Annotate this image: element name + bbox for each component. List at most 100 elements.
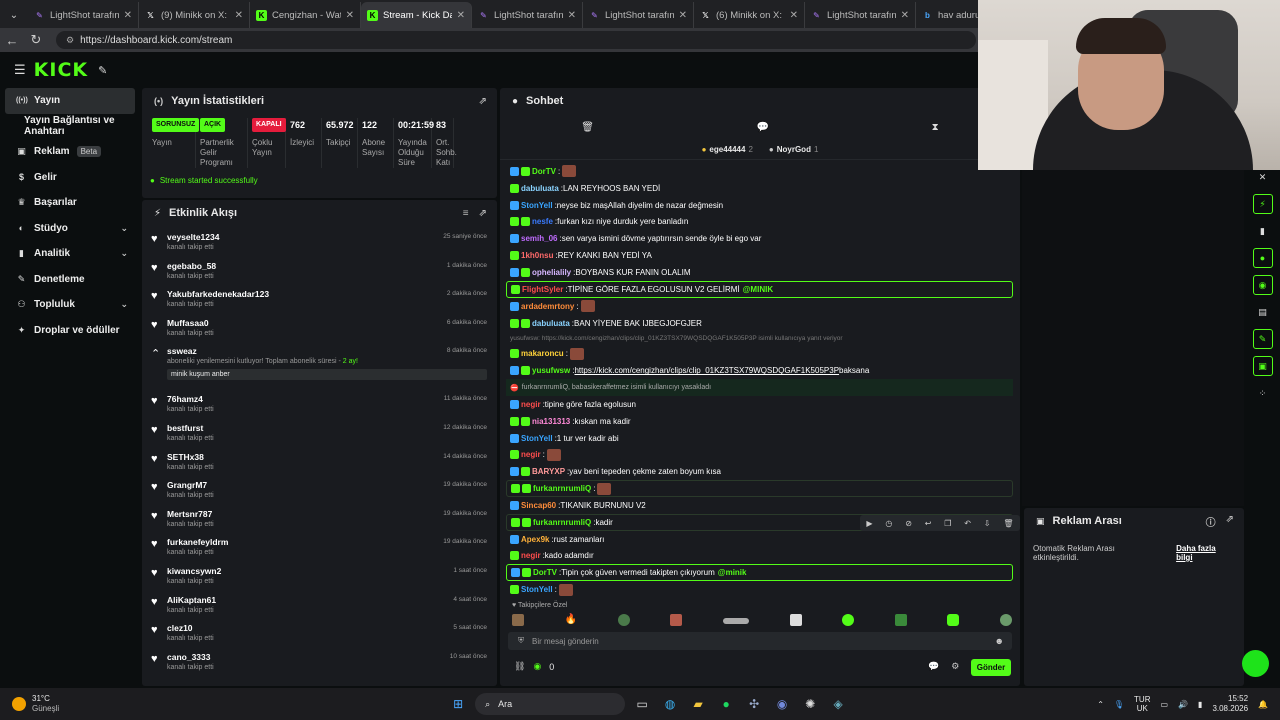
- ad-more-link[interactable]: Daha fazla bilgi: [1176, 544, 1234, 562]
- chat-username[interactable]: yusufwsw: [532, 366, 570, 375]
- chevron-down-icon[interactable]: ⌄: [120, 223, 128, 234]
- filter-icon[interactable]: ≡: [463, 208, 469, 219]
- site-info-icon[interactable]: ⚙: [66, 35, 74, 46]
- tab-close-icon[interactable]: ✕: [124, 10, 132, 21]
- chat-username[interactable]: nia131313: [532, 417, 570, 426]
- sidebar-item-revenue[interactable]: $ Gelir: [0, 165, 140, 191]
- tab-close-icon[interactable]: ✕: [790, 10, 798, 21]
- pin-message-icon[interactable]: ⇩: [984, 519, 991, 528]
- tab-close-icon[interactable]: ✕: [346, 10, 354, 21]
- emote-icon[interactable]: [670, 614, 683, 626]
- popout-icon[interactable]: ⇗: [479, 96, 487, 107]
- browser-tab[interactable]: K Cengizhan - Watch ✕: [250, 2, 361, 28]
- browser-tab[interactable]: 𝕏 (6) Minikk on X: "Mi ✕: [694, 2, 805, 28]
- notification-icon[interactable]: 🔔: [1258, 700, 1268, 709]
- tab-close-icon[interactable]: ✕: [679, 10, 687, 21]
- undo-icon[interactable]: ↶: [964, 519, 971, 528]
- emote-icon[interactable]: 🔥: [565, 614, 577, 628]
- trash-icon[interactable]: 🗑: [581, 122, 594, 133]
- tray-chevron-icon[interactable]: ⌃: [1097, 700, 1104, 709]
- sidebar-item-stream-key[interactable]: Yayın Bağlantısı ve Anahtarı: [0, 114, 140, 140]
- chat-username[interactable]: StonYell: [521, 585, 553, 594]
- chat-tool-icon[interactable]: ●: [1252, 248, 1273, 268]
- chevron-down-icon[interactable]: ⌄: [120, 299, 128, 310]
- chat-username[interactable]: Apex9k: [521, 535, 549, 544]
- windows-start-icon[interactable]: ⊞: [447, 693, 469, 715]
- task-view-icon[interactable]: ▭: [631, 693, 653, 715]
- edge-icon[interactable]: ◍: [659, 693, 681, 715]
- tab-close-icon[interactable]: ✕: [235, 10, 243, 21]
- chat-username[interactable]: 1kh0nsu: [521, 251, 553, 260]
- popout-icon[interactable]: ⇗: [479, 208, 487, 219]
- emote-icon[interactable]: [894, 614, 907, 626]
- weather-icon[interactable]: [12, 697, 26, 711]
- chat-username[interactable]: furkanrnrumliQ: [533, 518, 591, 527]
- chat-username[interactable]: negir: [521, 450, 541, 459]
- sidebar-item-moderation[interactable]: ✎ Denetleme: [0, 267, 140, 293]
- back-icon[interactable]: ←: [0, 33, 24, 48]
- mic-icon[interactable]: 🎙: [1114, 700, 1124, 709]
- reload-icon[interactable]: ↻: [24, 32, 48, 48]
- bolt-tool-icon[interactable]: ⚡: [1252, 194, 1273, 214]
- copy-icon[interactable]: ❐: [944, 519, 951, 528]
- slash-icon[interactable]: ⊘: [905, 519, 912, 528]
- chat-username[interactable]: dabuluata: [521, 184, 559, 193]
- browser-tab[interactable]: ✎ LightShot tarafından ✕: [805, 2, 916, 28]
- emote-icon[interactable]: [617, 614, 630, 626]
- top-gifter[interactable]: ● ege44444 2: [702, 145, 753, 154]
- discord-icon[interactable]: ◉: [771, 693, 793, 715]
- chat-mention[interactable]: @minik: [718, 568, 747, 577]
- chat-username[interactable]: ardademrtony: [521, 302, 574, 311]
- network-app-icon[interactable]: ✣: [743, 693, 765, 715]
- chat-username[interactable]: negir: [521, 551, 541, 560]
- activity-user[interactable]: clez10: [167, 617, 497, 633]
- url-field[interactable]: ⚙ https://dashboard.kick.com/stream: [56, 31, 976, 49]
- tab-close-icon[interactable]: ✕: [457, 10, 465, 21]
- pin-icon[interactable]: ✎: [98, 64, 107, 77]
- weather-widget[interactable]: 31°C Güneşli: [32, 694, 59, 714]
- chat-username[interactable]: BARYXP: [532, 467, 565, 476]
- apps-tool-icon[interactable]: ⁘: [1253, 383, 1273, 403]
- chat-username[interactable]: furkanrnrumliQ: [533, 484, 591, 493]
- sidebar-item-drops[interactable]: ✦ Droplar ve ödüller: [0, 318, 140, 344]
- display-icon[interactable]: ▭: [1161, 700, 1169, 709]
- chat-username[interactable]: StonYell: [521, 201, 553, 210]
- chat-username[interactable]: semih_06: [521, 234, 557, 243]
- emote-icon[interactable]: [722, 618, 749, 624]
- battery-icon[interactable]: ▮: [1198, 700, 1202, 709]
- reply-icon[interactable]: ↩: [925, 519, 932, 528]
- delete-icon[interactable]: 🗑: [1003, 519, 1013, 528]
- users-tool-icon[interactable]: ▤: [1253, 302, 1273, 322]
- play-icon[interactable]: ▶: [866, 519, 872, 528]
- browser-tab[interactable]: K Stream - Kick Dashb ✕: [361, 2, 472, 28]
- chat-username[interactable]: ophelialily: [532, 268, 571, 277]
- sidebar-item-studio[interactable]: ◐ Stüdyo ⌄: [0, 216, 140, 242]
- chat-username[interactable]: DorTV: [533, 568, 557, 577]
- info-icon[interactable]: ⓘ: [1206, 514, 1216, 529]
- chat-username[interactable]: StonYell: [521, 434, 553, 443]
- menu-icon[interactable]: ☰: [14, 62, 26, 78]
- chat-username[interactable]: DorTV: [532, 167, 556, 176]
- chat-username[interactable]: dabuluata: [532, 319, 570, 328]
- sidebar-item-broadcast[interactable]: ((•)) Yayın: [5, 88, 135, 114]
- popout-icon[interactable]: ⇗: [1226, 514, 1234, 529]
- clock[interactable]: 15:52 3.08.2026: [1212, 694, 1248, 714]
- activity-user[interactable]: cano_3333: [167, 646, 497, 662]
- emote-icon[interactable]: [789, 614, 802, 626]
- help-bubble[interactable]: [1242, 650, 1269, 677]
- browser-tab[interactable]: ✎ LightShot tarafından ✕: [583, 2, 694, 28]
- language-indicator[interactable]: TUR UK: [1134, 695, 1150, 713]
- send-button[interactable]: Gönder: [971, 659, 1011, 676]
- screen-tool-icon[interactable]: ▣: [1252, 356, 1273, 376]
- emote-icon[interactable]: [999, 614, 1012, 626]
- taskbar-search[interactable]: ⌕ Ara: [475, 693, 626, 715]
- emote-icon[interactable]: [947, 614, 960, 626]
- sidebar-item-ad[interactable]: ▣ Reklam Beta: [0, 139, 140, 165]
- emoji-icon[interactable]: ☻: [995, 636, 1004, 646]
- mod-tool-icon[interactable]: ✎: [1252, 329, 1273, 349]
- sidebar-item-analytics[interactable]: ▮ Analitik ⌄: [0, 241, 140, 267]
- hourglass-icon[interactable]: ⧗: [932, 122, 939, 133]
- chart-tool-icon[interactable]: ▮: [1253, 221, 1273, 241]
- kick-logo[interactable]: KICK: [34, 59, 88, 81]
- chat-username[interactable]: negir: [521, 400, 541, 409]
